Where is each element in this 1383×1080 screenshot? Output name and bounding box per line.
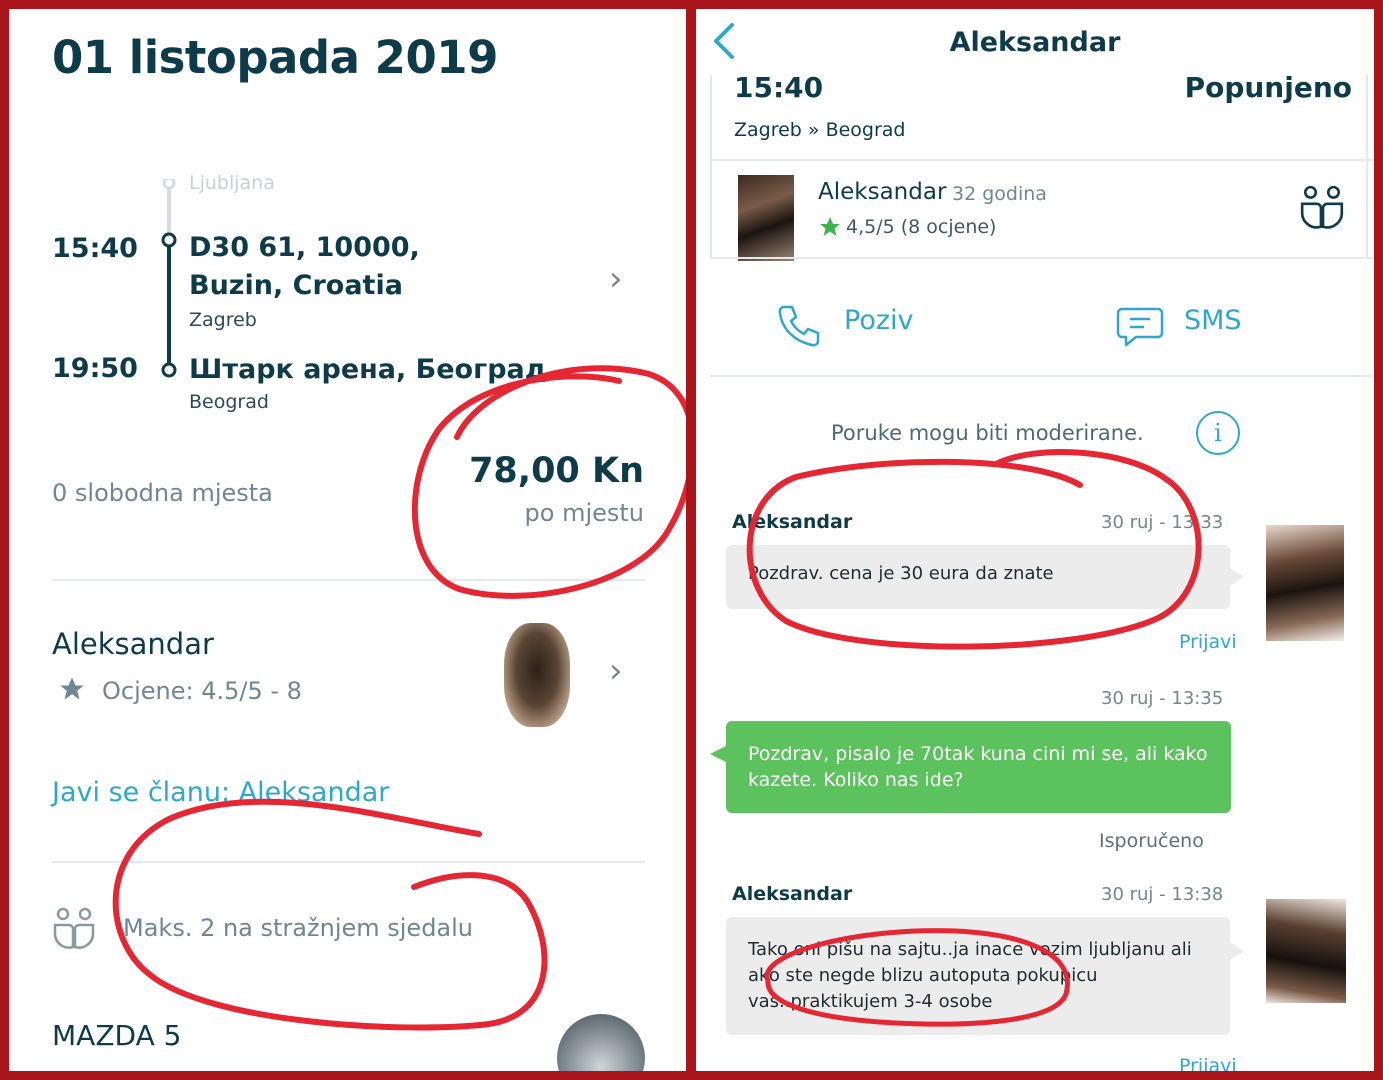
- red-annotation-scribbles: [112, 365, 686, 1031]
- conversation-panel: Aleksandar 15:40 Popunjeno Zagreb » Beog…: [696, 9, 1374, 1071]
- red-annotation-scribbles: [746, 449, 1202, 1027]
- trip-details-panel: 01 listopada 2019 Ljubljana 15:40 D30 61…: [9, 9, 686, 1071]
